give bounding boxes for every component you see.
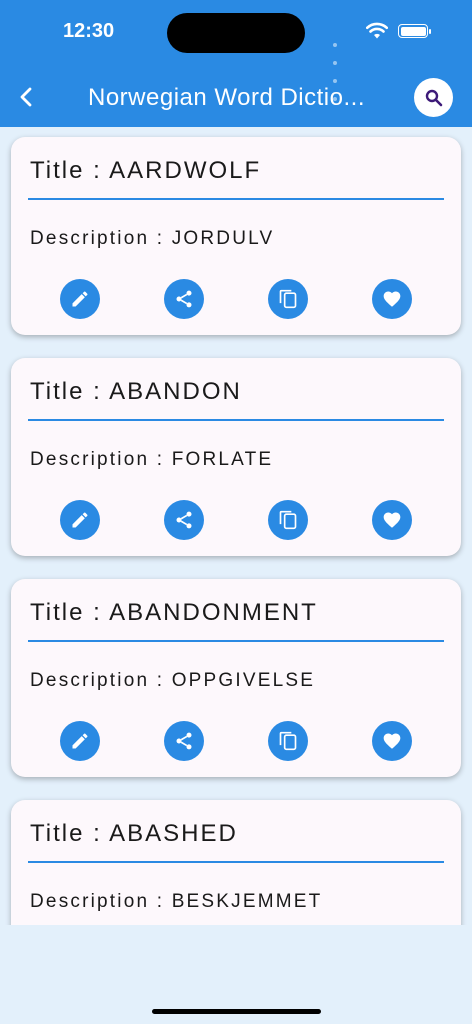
word-description: Description : OPPGIVELSE <box>30 670 316 691</box>
card-actions <box>11 279 461 319</box>
word-description: Description : FORLATE <box>30 449 274 470</box>
word-card: Title : ABASHED Description : BESKJEMMET <box>11 800 461 925</box>
edit-button[interactable] <box>60 721 100 761</box>
word-card: Title : AARDWOLF Description : JORDULV <box>11 137 461 335</box>
edit-icon <box>72 512 88 528</box>
word-title: Title : ABANDON <box>30 378 242 405</box>
back-button[interactable] <box>14 84 40 110</box>
copy-icon <box>279 510 297 530</box>
chevron-left-icon <box>20 87 32 107</box>
app-bar: 12:30 Norwegian Word Dictio... <box>0 0 472 127</box>
copy-icon <box>279 289 297 309</box>
dynamic-island <box>167 13 305 53</box>
card-divider <box>28 419 444 421</box>
card-divider <box>28 198 444 200</box>
word-description: Description : JORDULV <box>30 228 275 249</box>
share-button[interactable] <box>164 279 204 319</box>
word-title: Title : ABASHED <box>30 820 238 847</box>
copy-button[interactable] <box>268 721 308 761</box>
share-button[interactable] <box>164 721 204 761</box>
heart-icon <box>383 733 401 749</box>
home-indicator[interactable] <box>152 1009 321 1014</box>
share-button[interactable] <box>164 500 204 540</box>
battery-icon <box>398 24 431 38</box>
copy-button[interactable] <box>268 279 308 319</box>
wifi-icon <box>366 22 388 39</box>
favorite-button[interactable] <box>372 279 412 319</box>
word-card: Title : ABANDON Description : FORLATE <box>11 358 461 556</box>
search-icon <box>425 89 442 106</box>
edit-icon <box>72 291 88 307</box>
word-description: Description : BESKJEMMET <box>30 891 323 912</box>
card-divider <box>28 640 444 642</box>
status-time: 12:30 <box>63 20 115 42</box>
edit-button[interactable] <box>60 500 100 540</box>
copy-button[interactable] <box>268 500 308 540</box>
heart-icon <box>383 512 401 528</box>
search-button[interactable] <box>414 78 453 117</box>
edit-icon <box>72 733 88 749</box>
word-card: Title : ABANDONMENT Description : OPPGIV… <box>11 579 461 777</box>
share-icon <box>176 511 192 529</box>
card-actions <box>11 500 461 540</box>
word-list[interactable]: Title : AARDWOLF Description : JORDULV T… <box>0 127 472 925</box>
share-icon <box>176 732 192 750</box>
copy-icon <box>279 731 297 751</box>
card-actions <box>11 721 461 761</box>
favorite-button[interactable] <box>372 721 412 761</box>
word-title: Title : ABANDONMENT <box>30 599 318 626</box>
word-title: Title : AARDWOLF <box>30 157 262 184</box>
share-icon <box>176 290 192 308</box>
card-divider <box>28 861 444 863</box>
edit-button[interactable] <box>60 279 100 319</box>
heart-icon <box>383 291 401 307</box>
favorite-button[interactable] <box>372 500 412 540</box>
page-title: Norwegian Word Dictio... <box>88 84 365 111</box>
